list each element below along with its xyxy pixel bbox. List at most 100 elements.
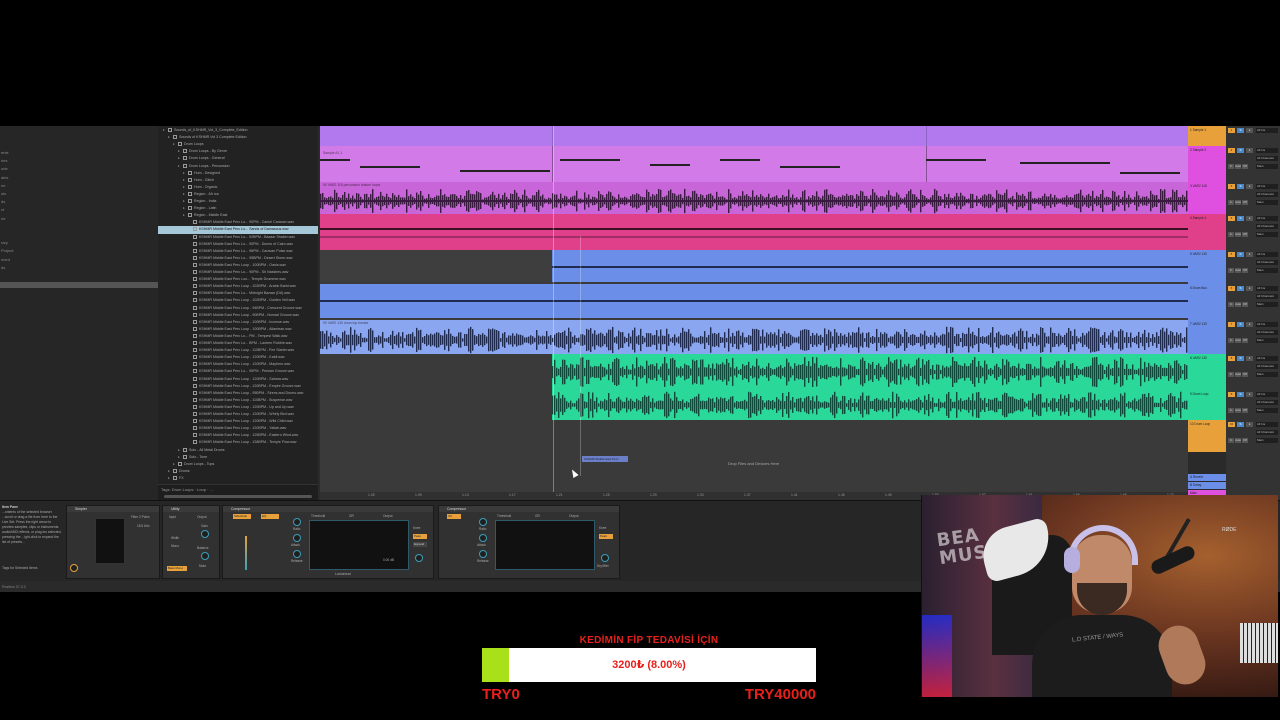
audio-from-select[interactable]: All Ins (1256, 148, 1278, 153)
track-header[interactable]: 9 Drum Loop (1188, 390, 1226, 420)
volume-knob[interactable] (70, 564, 78, 572)
channel-select[interactable]: All Channels (1256, 400, 1278, 405)
sidebar-item[interactable]: ne (1, 216, 5, 221)
ratio-knob[interactable] (479, 518, 487, 526)
monitor-toggle[interactable]: Off (1242, 372, 1248, 377)
clip-blue-a[interactable] (552, 250, 1188, 282)
monitor-toggle[interactable]: Auto (1235, 164, 1241, 169)
monitor-toggle[interactable]: Auto (1235, 232, 1241, 237)
channel-select[interactable]: All Channels (1256, 364, 1278, 369)
channel-select[interactable]: All Channels (1256, 330, 1278, 335)
audio-from-select[interactable]: All Ins (1256, 422, 1278, 427)
track-name[interactable]: B Delay (1190, 483, 1224, 487)
track-header[interactable]: 10 Drum Loop (1188, 420, 1226, 452)
monitor-toggle[interactable]: In (1228, 232, 1234, 237)
filter-type[interactable]: Filter 2 Poles (131, 515, 150, 519)
attack-knob[interactable] (479, 534, 487, 542)
sidebar-item[interactable]: Project (1, 248, 13, 253)
channel-select[interactable]: All Channels (1256, 260, 1278, 265)
peak-rms-toggle[interactable]: Peak (599, 534, 613, 539)
browser-item[interactable]: ▸ FX (158, 475, 318, 482)
monitor-toggle[interactable]: In (1228, 438, 1234, 443)
audio-from-select[interactable]: All Ins (1256, 184, 1278, 189)
channel-select[interactable]: All Channels (1256, 430, 1278, 435)
track-header[interactable]: 2 Sample 2 (1188, 146, 1226, 182)
arm-button[interactable]: ● (1246, 184, 1253, 189)
track-activator-button[interactable]: 7 (1228, 322, 1235, 327)
release-knob[interactable] (293, 550, 301, 558)
track-headers[interactable]: 1 Sample 1 2 Sample 2 3 VAR2 118 4 Sample 4… (1188, 126, 1226, 500)
track-activator-button[interactable]: 8 (1228, 356, 1235, 361)
sidebar-item[interactable]: ries (1, 158, 7, 163)
audio-from-select[interactable]: All Ins (1256, 286, 1278, 291)
arm-button[interactable]: ● (1246, 356, 1253, 361)
output-select[interactable]: Main (1256, 372, 1278, 377)
sidebar-item[interactable]: ents (1, 150, 9, 155)
mixer-io-section[interactable]: 1 S ● All Ins 2 S ● All Ins All Channels Main In Au… (1226, 126, 1280, 500)
return-track-header[interactable]: B Delay (1188, 482, 1226, 489)
monitor-toggle[interactable]: Off (1242, 408, 1248, 413)
audio-from-select[interactable]: All Ins (1256, 216, 1278, 221)
device-utility[interactable]: Utility Input Output Gain Width Mono Bal… (162, 505, 220, 579)
sidechain-toggle[interactable]: Sidechain (233, 514, 251, 519)
sidebar-item[interactable]: ne (1, 183, 5, 188)
monitor-toggle[interactable]: Off (1242, 338, 1248, 343)
clip-teal-a[interactable] (552, 354, 1188, 390)
device-compressor-2[interactable]: Compressor SC Ratio Attack Release Thres… (438, 505, 620, 579)
output-select[interactable]: Main (1256, 408, 1278, 413)
track-activator-button[interactable]: 2 (1228, 148, 1235, 153)
monitor-toggle[interactable]: Auto (1235, 268, 1241, 273)
audio-from-select[interactable]: All Ins (1256, 128, 1278, 133)
arm-button[interactable]: ● (1246, 286, 1253, 291)
audio-from-select[interactable]: All Ins (1256, 322, 1278, 327)
monitor-toggle[interactable]: Auto (1235, 438, 1241, 443)
track-header[interactable]: 1 Sample 1 (1188, 126, 1226, 146)
track-activator-button[interactable]: 1 (1228, 128, 1235, 133)
release-knob[interactable] (479, 550, 487, 558)
tags-value[interactable]: Drum Loops · Loop · ... (172, 487, 213, 492)
clip-drum-top-loop[interactable]: 90 VAR2 130 drum top breaks (320, 320, 1188, 354)
arm-button[interactable]: ● (1246, 252, 1253, 257)
clip-pink[interactable] (320, 214, 1188, 250)
monitor-toggle[interactable]: In (1228, 268, 1234, 273)
channel-select[interactable]: All Channels (1256, 224, 1278, 229)
solo-button[interactable]: S (1237, 128, 1244, 133)
sidebar-item[interactable]: ols (1, 191, 6, 196)
arm-button[interactable]: ● (1246, 216, 1253, 221)
track-name[interactable]: 3 VAR2 118 (1190, 184, 1224, 188)
solo-button[interactable]: S (1237, 286, 1244, 291)
sidebar-item[interactable]: ds (1, 265, 5, 270)
monitor-toggle[interactable]: Auto (1235, 372, 1241, 377)
output-select[interactable]: Main (1256, 164, 1278, 169)
track-header[interactable]: 5 VAR2 130 (1188, 250, 1226, 284)
expand-button[interactable]: Expand (413, 542, 427, 547)
track-name[interactable]: 9 Drum Loop (1190, 392, 1224, 396)
device-compressor-1[interactable]: Compressor Sidechain EQ Threshold GR Out… (222, 505, 434, 579)
arrangement-view[interactable]: Sample A1 1 90 VAR2 118 percussion shake… (320, 126, 1188, 500)
track-name[interactable]: 2 Sample 2 (1190, 148, 1224, 152)
track-activator-button[interactable]: 10 (1228, 422, 1235, 427)
track-name[interactable]: 7 VAR2 130 (1190, 322, 1224, 326)
sidebar-item[interactable]: ains (1, 175, 8, 180)
return-track-header[interactable]: A Reverb (1188, 474, 1226, 481)
track-activator-button[interactable]: 5 (1228, 252, 1235, 257)
solo-button[interactable]: S (1237, 216, 1244, 221)
channel-select[interactable]: All Channels (1256, 156, 1278, 161)
track-activator-button[interactable]: 4 (1228, 216, 1235, 221)
output-select[interactable]: Main (1256, 438, 1278, 443)
track-header[interactable]: 3 VAR2 118 (1188, 182, 1226, 214)
track-activator-button[interactable]: 9 (1228, 392, 1235, 397)
sidebar-item[interactable]: ct (1, 207, 4, 212)
sidebar-item[interactable]: ode (1, 166, 8, 171)
monitor-toggle[interactable]: In (1228, 338, 1234, 343)
sidebar-item[interactable]: rary (1, 240, 8, 245)
solo-button[interactable]: S (1237, 322, 1244, 327)
compressor-display[interactable] (495, 520, 595, 570)
monitor-toggle[interactable]: In (1228, 164, 1234, 169)
monitor-toggle[interactable]: Off (1242, 302, 1248, 307)
file-browser[interactable]: ▸ Sounds_of_KSHMR_Vol_3_Complete_Edition ▸… (158, 126, 318, 500)
arm-button[interactable]: ● (1246, 148, 1253, 153)
compressor-display[interactable] (309, 520, 409, 570)
clip-percussion-loop[interactable]: 90 VAR2 118 percussion shaker loops (320, 182, 1188, 214)
output-select[interactable]: Main (1256, 302, 1278, 307)
